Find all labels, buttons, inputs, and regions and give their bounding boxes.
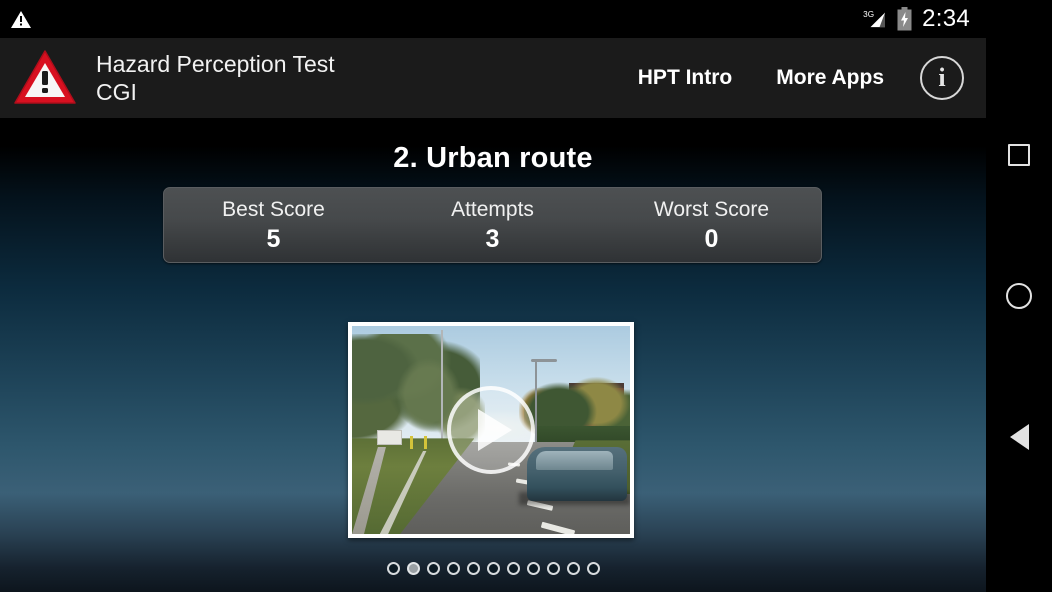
main-content: 2. Urban route Best Score 5 Attempts 3 W…: [0, 118, 986, 592]
page-dot[interactable]: [526, 562, 540, 575]
hpt-intro-button[interactable]: HPT Intro: [616, 58, 755, 98]
page-dot[interactable]: [426, 562, 440, 575]
page-dot[interactable]: [486, 562, 500, 575]
back-button[interactable]: [999, 417, 1039, 457]
stat-value: 0: [704, 224, 719, 253]
home-button[interactable]: [999, 276, 1039, 316]
app-bar-actions: HPT Intro More Apps i: [616, 56, 986, 100]
status-bar: 3G 2:34: [0, 0, 986, 38]
battery-charging-icon: [897, 7, 912, 31]
info-circle-icon[interactable]: i: [920, 56, 964, 100]
stat-value: 5: [266, 224, 281, 253]
page-dot[interactable]: [466, 562, 480, 575]
stat-label: Best Score: [222, 197, 325, 221]
street-lamp-post: [535, 359, 538, 443]
more-apps-button[interactable]: More Apps: [754, 58, 906, 98]
recents-button[interactable]: [999, 135, 1039, 175]
yellow-bollard: [410, 436, 414, 449]
stats-panel: Best Score 5 Attempts 3 Worst Score 0: [163, 187, 822, 263]
screen-root: 3G 2:34 Hazard Perception Test CGI HPT I…: [0, 0, 1052, 592]
video-scene: [352, 326, 630, 534]
app-title-block: Hazard Perception Test CGI: [96, 50, 335, 106]
page-dot[interactable]: [586, 562, 600, 575]
stat-attempts: Attempts 3: [383, 188, 602, 262]
stat-label: Attempts: [451, 197, 534, 221]
status-bar-notifications: [0, 10, 32, 29]
hazard-warning-triangle-logo: [14, 50, 76, 104]
page-dot[interactable]: [446, 562, 460, 575]
page-dot[interactable]: [566, 562, 580, 575]
triangle-back-icon: [1009, 423, 1029, 450]
signal-bars-icon: 3G: [863, 10, 886, 28]
svg-text:3G: 3G: [863, 10, 874, 19]
square-overview-icon: [1008, 144, 1030, 167]
page-dot[interactable]: [506, 562, 520, 575]
page-dot[interactable]: [406, 562, 420, 575]
page-dot[interactable]: [546, 562, 560, 575]
app-subtitle: CGI: [96, 79, 137, 105]
app-bar: Hazard Perception Test CGI HPT Intro Mor…: [0, 38, 986, 118]
circle-home-icon: [1006, 282, 1032, 309]
device-content: 3G 2:34 Hazard Perception Test CGI HPT I…: [0, 0, 986, 592]
play-button[interactable]: [447, 386, 535, 474]
stat-value: 3: [485, 224, 500, 253]
tall-pole: [440, 330, 444, 447]
car-windscreen: [535, 450, 614, 470]
urban-route-video-thumbnail[interactable]: [348, 322, 634, 538]
warning-triangle-icon: [11, 10, 31, 28]
status-bar-system-icons: 3G 2:34: [863, 7, 986, 31]
page-title: 2. Urban route: [393, 142, 593, 174]
status-bar-clock: 2:34: [922, 5, 970, 32]
stat-worst-score: Worst Score 0: [602, 188, 821, 262]
yellow-bollard: [424, 436, 428, 449]
roadside-sign: [377, 430, 403, 445]
play-triangle-icon: [478, 409, 512, 451]
page-dot[interactable]: [386, 562, 400, 575]
app-title: Hazard Perception Test: [96, 51, 335, 77]
stat-label: Worst Score: [653, 197, 770, 221]
page-indicator: [0, 562, 986, 575]
stat-best-score: Best Score 5: [164, 188, 383, 262]
android-navigation-bar: [986, 0, 1052, 592]
